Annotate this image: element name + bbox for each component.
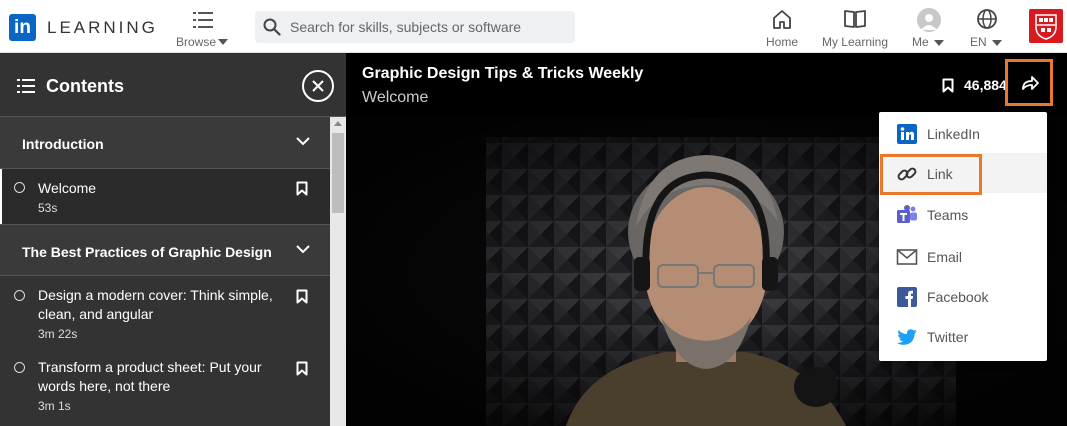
nav-me-label: Me bbox=[912, 35, 950, 49]
section-introduction[interactable]: Introduction bbox=[0, 117, 330, 169]
bookmark-icon[interactable] bbox=[296, 181, 308, 196]
share-option-label: Link bbox=[927, 166, 953, 182]
section-title: Introduction bbox=[22, 136, 104, 152]
share-option-link[interactable]: Link bbox=[879, 153, 1047, 193]
video-item-duration: 3m 1s bbox=[38, 399, 71, 413]
nav-home-label: Home bbox=[765, 35, 798, 49]
nav-home[interactable]: Home bbox=[762, 8, 802, 50]
share-arrow-icon bbox=[1022, 76, 1039, 90]
learning-wordmark: LEARNING bbox=[47, 18, 158, 37]
facebook-icon bbox=[897, 287, 917, 307]
current-video-title: Welcome bbox=[362, 89, 429, 106]
browse-menu-button[interactable]: Browse bbox=[174, 9, 232, 49]
sidebar-title: Contents bbox=[46, 76, 124, 96]
list-item-welcome[interactable]: Welcome 53s bbox=[0, 169, 330, 224]
link-icon bbox=[897, 167, 917, 181]
twitter-icon bbox=[897, 329, 917, 345]
bookmark-icon[interactable] bbox=[942, 78, 954, 93]
bookmark-icon[interactable] bbox=[296, 289, 308, 304]
list-icon bbox=[17, 79, 35, 93]
share-option-label: Email bbox=[927, 249, 963, 265]
video-item-title: Transform a product sheet: Put your word… bbox=[38, 359, 262, 394]
crest-shield-icon bbox=[1035, 14, 1057, 40]
top-navigation-bar: in LEARNING Browse Home My Learning bbox=[0, 0, 1067, 53]
list-item-product-sheet[interactable]: Transform a product sheet: Put your word… bbox=[0, 348, 330, 420]
share-option-label: Teams bbox=[927, 207, 969, 223]
linkedin-icon bbox=[897, 124, 917, 144]
email-icon bbox=[896, 249, 918, 265]
sidebar-scrollbar[interactable] bbox=[330, 117, 346, 426]
linkedin-logo-icon[interactable]: in bbox=[9, 14, 36, 41]
nav-me-menu[interactable]: Me bbox=[908, 8, 950, 50]
share-dropdown-menu: LinkedIn Link Teams Email Facebook Twitt… bbox=[879, 112, 1047, 361]
home-icon bbox=[773, 10, 791, 29]
globe-icon bbox=[977, 9, 997, 29]
share-option-facebook[interactable]: Facebook bbox=[879, 276, 1047, 316]
share-option-label: Facebook bbox=[927, 289, 989, 305]
video-item-duration: 53s bbox=[38, 201, 58, 215]
user-silhouette-icon bbox=[921, 14, 937, 30]
section-title: The Best Practices of Graphic Design bbox=[22, 244, 272, 260]
list-item-modern-cover[interactable]: Design a modern cover: Think simple, cle… bbox=[0, 276, 330, 348]
bookmark-icon[interactable] bbox=[296, 361, 308, 376]
course-contents-sidebar: Contents Introduction Welcome 53s The Be… bbox=[0, 53, 346, 426]
close-sidebar-button[interactable] bbox=[302, 70, 334, 102]
browse-label: Browse bbox=[176, 35, 217, 49]
section-best-practices[interactable]: The Best Practices of Graphic Design bbox=[0, 224, 330, 276]
chevron-down-icon bbox=[218, 39, 228, 45]
video-item-title: Design a modern cover: Think simple, cle… bbox=[38, 287, 273, 322]
scroll-up-arrow-icon[interactable] bbox=[334, 121, 342, 126]
contents-list: Introduction Welcome 53s The Best Practi… bbox=[0, 117, 330, 426]
sidebar-header: Contents bbox=[0, 53, 346, 117]
nav-my-learning[interactable]: My Learning bbox=[818, 8, 892, 50]
video-item-title: Welcome bbox=[38, 180, 97, 196]
share-option-teams[interactable]: Teams bbox=[879, 194, 1047, 234]
chevron-down-icon bbox=[296, 245, 310, 254]
search-bar bbox=[255, 11, 575, 43]
scrollbar-thumb[interactable] bbox=[332, 133, 344, 213]
teams-icon bbox=[897, 205, 917, 223]
nav-language-label: EN bbox=[970, 35, 1008, 49]
player-header: Graphic Design Tips & Tricks Weekly Welc… bbox=[346, 53, 1067, 117]
progress-circle-icon bbox=[14, 182, 25, 193]
share-option-twitter[interactable]: Twitter bbox=[879, 316, 1047, 356]
share-option-linkedin[interactable]: LinkedIn bbox=[879, 113, 1047, 153]
share-option-label: Twitter bbox=[927, 329, 969, 345]
course-title: Graphic Design Tips & Tricks Weekly bbox=[362, 65, 644, 82]
search-input[interactable] bbox=[290, 11, 570, 43]
chevron-down-icon bbox=[934, 40, 945, 46]
video-item-duration: 3m 22s bbox=[38, 327, 78, 341]
chevron-down-icon bbox=[992, 40, 1003, 46]
progress-circle-icon bbox=[14, 362, 25, 373]
share-option-email[interactable]: Email bbox=[879, 236, 1047, 276]
book-open-icon bbox=[844, 10, 866, 28]
nav-my-learning-label: My Learning bbox=[821, 35, 889, 49]
organization-crest-icon[interactable] bbox=[1029, 9, 1063, 43]
grid-list-icon bbox=[193, 12, 213, 28]
share-option-label: LinkedIn bbox=[927, 126, 980, 142]
save-count: 46,884 bbox=[964, 77, 1007, 93]
share-button[interactable] bbox=[1005, 59, 1053, 106]
progress-circle-icon bbox=[14, 290, 25, 301]
close-icon bbox=[312, 80, 324, 92]
avatar bbox=[917, 8, 941, 32]
nav-language-menu[interactable]: EN bbox=[966, 8, 1008, 50]
search-icon bbox=[263, 18, 281, 36]
chevron-down-icon bbox=[296, 137, 310, 146]
